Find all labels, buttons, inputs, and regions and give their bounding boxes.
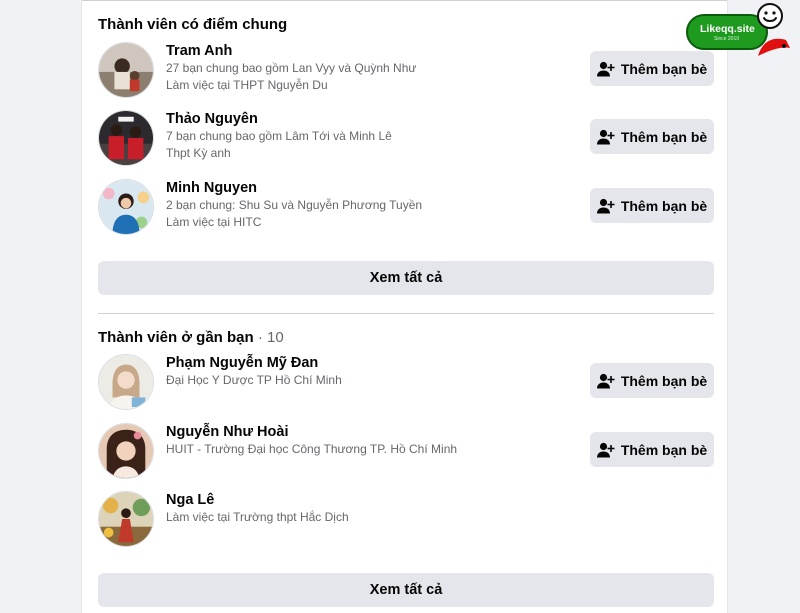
top-border [82,0,727,1]
add-friend-icon [596,61,615,76]
member-row: Thảo Nguyên 7 bạn chung bao gồm Lâm Tới … [98,110,714,170]
add-friend-button[interactable]: Thêm bạn bè [590,119,714,154]
member-name[interactable]: Nguyễn Như Hoài [166,423,457,441]
smiley-icon [757,3,783,29]
member-mutual-friends[interactable]: 7 bạn chung bao gồm Lâm Tới và Minh Lê [166,128,392,145]
member-workplace: Làm việc tại HITC [166,215,262,229]
member-row: Phạm Nguyễn Mỹ Đan Đại Học Y Dược TP Hồ … [98,354,714,414]
member-name[interactable]: Tram Anh [166,42,416,60]
member-row: Nguyễn Như Hoài HUIT - Trường Đại học Cô… [98,423,714,483]
member-row: Minh Nguyen 2 bạn chung: Shu Su và Nguyễ… [98,179,714,239]
avatar[interactable] [98,42,154,98]
add-friend-button[interactable]: Thêm bạn bè [590,363,714,398]
watermark-subtext: Since 2019 [714,36,740,42]
avatar[interactable] [98,110,154,166]
watermark-logo: Likeqq.site Since 2019 [686,2,798,58]
add-friend-icon [596,129,615,144]
add-friend-icon [596,373,615,388]
section-divider [98,313,714,314]
member-name[interactable]: Thảo Nguyên [166,110,392,128]
section-title-common: Thành viên có điểm chung [98,16,288,33]
member-mutual-friends[interactable]: 27 bạn chung bao gồm Lan Vyy và Quỳnh Nh… [166,60,416,77]
avatar[interactable] [98,179,154,235]
avatar[interactable] [98,354,154,410]
add-friend-icon [596,198,615,213]
member-row: Tram Anh 27 bạn chung bao gồm Lan Vyy và… [98,42,714,102]
avatar[interactable] [98,491,154,547]
member-school: HUIT - Trường Đại học Công Thương TP. Hồ… [166,442,458,456]
member-workplace: Làm việc tại THPT Nguyễn Du [166,78,328,92]
member-row: Nga Lê Làm việc tại Trường thpt Hắc Dịch [98,491,714,551]
red-swoosh-icon [758,38,790,56]
watermark-text: Likeqq.site [700,23,755,35]
avatar[interactable] [98,423,154,479]
add-friend-button[interactable]: Thêm bạn bè [590,432,714,467]
member-name[interactable]: Minh Nguyen [166,179,422,197]
add-friend-icon [596,442,615,457]
member-school: Đại Học Y Dược TP Hồ Chí Minh [166,373,342,387]
member-mutual-friends[interactable]: 2 bạn chung: Shu Su và Nguyễn Phương Tuy… [166,197,422,214]
members-card: Thành viên có điểm chung Tram Anh 27 bạn… [81,0,728,613]
member-workplace: Làm việc tại Trường thpt Hắc Dịch [166,510,349,524]
see-all-button[interactable]: Xem tất cả [98,573,714,607]
member-name[interactable]: Nga Lê [166,491,349,509]
member-name[interactable]: Phạm Nguyễn Mỹ Đan [166,354,342,372]
add-friend-button[interactable]: Thêm bạn bè [590,188,714,223]
member-school: Thpt Kỳ anh [166,146,231,160]
section-title-nearby: Thành viên ở gần bạn · 10 [98,329,284,346]
see-all-button[interactable]: Xem tất cả [98,261,714,295]
